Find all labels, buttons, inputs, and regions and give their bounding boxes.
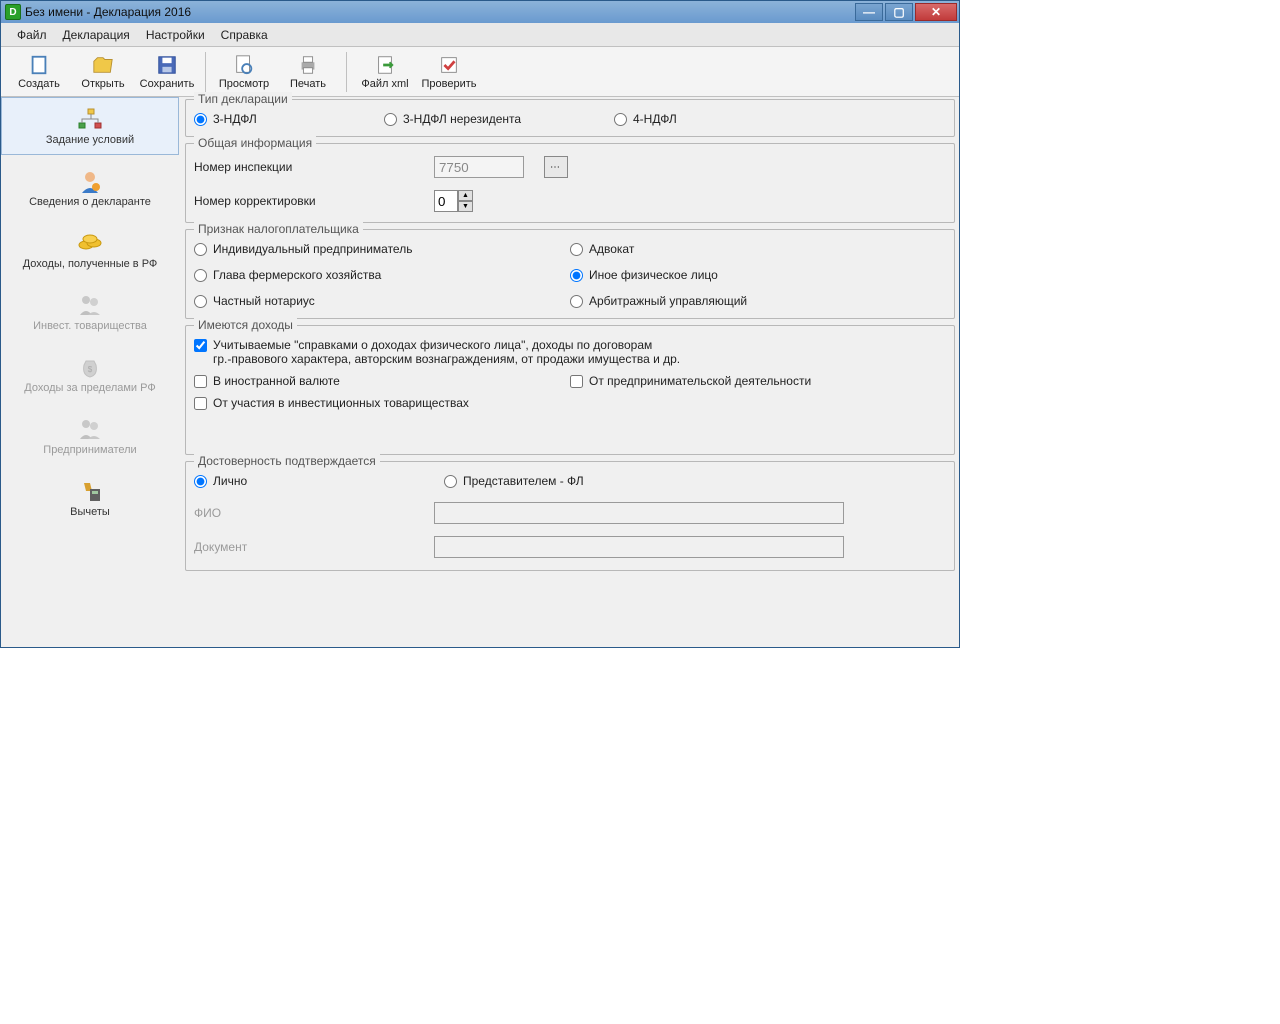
group-legend: Имеются доходы [194, 318, 297, 332]
sidebar-item-income-rf[interactable]: Доходы, полученные в РФ [1, 221, 179, 279]
radio-3ndfl[interactable]: 3-НДФЛ [194, 112, 374, 126]
app-icon: D [5, 4, 21, 20]
radio-4ndfl[interactable]: 4-НДФЛ [614, 112, 677, 126]
sidebar-item-label: Инвест. товарищества [31, 320, 149, 332]
tree-icon [76, 107, 104, 131]
create-button[interactable]: Создать [7, 49, 71, 95]
check-foreign-currency[interactable]: В иностранной валюте [194, 374, 570, 388]
folder-open-icon [92, 54, 114, 76]
group-legend: Общая информация [194, 136, 316, 150]
check-income-certificates[interactable]: Учитываемые "справками о доходах физичес… [194, 338, 946, 366]
radio-lawyer[interactable]: Адвокат [570, 242, 936, 256]
inspection-input[interactable] [434, 156, 524, 178]
sidebar-item-conditions[interactable]: Задание условий [1, 97, 179, 155]
window-title: Без имени - Декларация 2016 [25, 5, 855, 19]
radio-individual-entrepreneur[interactable]: Индивидуальный предприниматель [194, 242, 560, 256]
spin-up-button[interactable]: ▲ [458, 190, 473, 201]
check-business-activity[interactable]: От предпринимательской деятельности [570, 374, 946, 388]
preview-button[interactable]: Просмотр [212, 49, 276, 95]
group-confirmation: Достоверность подтверждается Лично Предс… [185, 461, 955, 571]
toolbar-separator [346, 52, 347, 92]
correction-input[interactable] [434, 190, 458, 212]
sidebar-item-label: Доходы за пределами РФ [22, 382, 157, 394]
preview-icon [233, 54, 255, 76]
radio-private-notary[interactable]: Частный нотариус [194, 294, 560, 308]
file-xml-icon [374, 54, 396, 76]
menu-file[interactable]: Файл [9, 25, 55, 45]
printer-icon [297, 54, 319, 76]
moneybag-icon: $ [76, 355, 104, 379]
print-button[interactable]: Печать [276, 49, 340, 95]
radio-farm-head[interactable]: Глава фермерского хозяйства [194, 268, 560, 282]
maximize-button[interactable]: ▢ [885, 3, 913, 21]
spin-down-button[interactable]: ▼ [458, 201, 473, 212]
person-icon [76, 169, 104, 193]
sidebar-item-label: Вычеты [68, 506, 112, 518]
check-button[interactable]: Проверить [417, 49, 481, 95]
toolbar-separator [205, 52, 206, 92]
radio-representative[interactable]: Представителем - ФЛ [444, 474, 584, 488]
menubar: Файл Декларация Настройки Справка [1, 23, 959, 47]
menu-settings[interactable]: Настройки [138, 25, 213, 45]
correction-spinner[interactable]: ▲▼ [434, 190, 473, 212]
people-icon [76, 417, 104, 441]
check-investment-partnership[interactable]: От участия в инвестиционных товарищества… [194, 396, 946, 410]
group-taxpayer-sign: Признак налогоплательщика Индивидуальный… [185, 229, 955, 319]
sidebar: Задание условий Сведения о декларанте До… [1, 97, 181, 647]
correction-label: Номер корректировки [194, 194, 434, 208]
minimize-button[interactable]: — [855, 3, 883, 21]
menu-help[interactable]: Справка [213, 25, 276, 45]
group-declaration-type: Тип декларации 3-НДФЛ 3-НДФЛ нерезидента… [185, 99, 955, 137]
group-incomes: Имеются доходы Учитываемые "справками о … [185, 325, 955, 455]
sidebar-item-invest[interactable]: Инвест. товарищества [1, 283, 179, 341]
group-legend: Признак налогоплательщика [194, 222, 363, 236]
group-legend: Тип декларации [194, 92, 292, 106]
sidebar-item-income-abroad[interactable]: $ Доходы за пределами РФ [1, 345, 179, 403]
fio-input [434, 502, 844, 524]
radio-arbitration-manager[interactable]: Арбитражный управляющий [570, 294, 936, 308]
close-button[interactable]: ✕ [915, 3, 957, 21]
radio-3ndfl-nonresident[interactable]: 3-НДФЛ нерезидента [384, 112, 604, 126]
inspection-label: Номер инспекции [194, 160, 434, 174]
filexml-button[interactable]: Файл xml [353, 49, 417, 95]
app-window: D Без имени - Декларация 2016 — ▢ ✕ Файл… [0, 0, 960, 648]
document-new-icon [28, 54, 50, 76]
save-button[interactable]: Сохранить [135, 49, 199, 95]
inspection-browse-button[interactable]: ⋯ [544, 156, 568, 178]
titlebar: D Без имени - Декларация 2016 — ▢ ✕ [1, 1, 959, 23]
sidebar-item-label: Задание условий [44, 134, 136, 146]
menu-declaration[interactable]: Декларация [55, 25, 138, 45]
sidebar-item-declarant[interactable]: Сведения о декларанте [1, 159, 179, 217]
sidebar-item-label: Предприниматели [41, 444, 138, 456]
coins-icon [76, 231, 104, 255]
sidebar-item-label: Доходы, полученные в РФ [21, 258, 160, 270]
group-legend: Достоверность подтверждается [194, 454, 380, 468]
fio-label: ФИО [194, 506, 434, 520]
group-general-info: Общая информация Номер инспекции ⋯ Номер… [185, 143, 955, 223]
radio-personally[interactable]: Лично [194, 474, 434, 488]
deduction-icon [76, 479, 104, 503]
document-label: Документ [194, 540, 434, 554]
people-icon [76, 293, 104, 317]
radio-other-individual[interactable]: Иное физическое лицо [570, 268, 936, 282]
sidebar-item-deductions[interactable]: Вычеты [1, 469, 179, 527]
svg-text:$: $ [88, 365, 93, 374]
main-panel: Тип декларации 3-НДФЛ 3-НДФЛ нерезидента… [181, 97, 959, 647]
sidebar-item-label: Сведения о декларанте [27, 196, 153, 208]
check-icon [438, 54, 460, 76]
open-button[interactable]: Открыть [71, 49, 135, 95]
toolbar: Создать Открыть Сохранить Просмотр Печат… [1, 47, 959, 97]
document-input [434, 536, 844, 558]
sidebar-item-entrepreneurs[interactable]: Предприниматели [1, 407, 179, 465]
floppy-disk-icon [156, 54, 178, 76]
